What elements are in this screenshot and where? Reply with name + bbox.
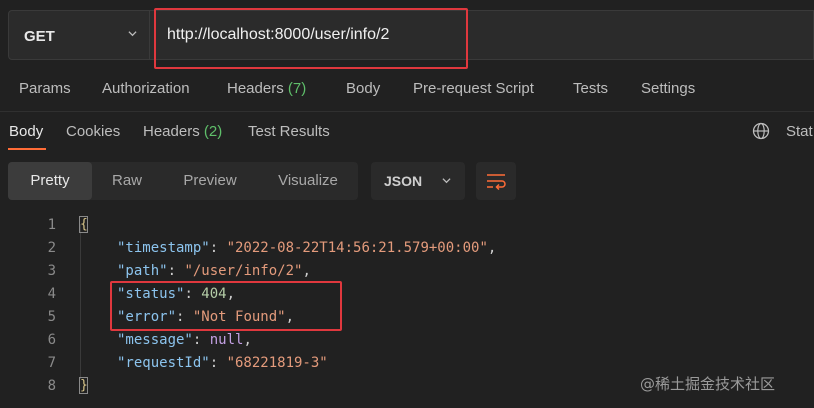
language-select[interactable]: JSON	[371, 162, 465, 200]
headers-count: (7)	[287, 80, 307, 97]
wrap-lines-button[interactable]	[476, 162, 516, 200]
watermark: @稀土掘金技术社区	[640, 375, 776, 393]
line-number: 2	[47, 240, 56, 256]
open-brace: {	[79, 216, 88, 233]
divider	[0, 111, 814, 112]
tab-tests[interactable]: Tests	[573, 80, 608, 97]
visualize-button[interactable]: Visualize	[258, 162, 358, 200]
response-tab-cookies[interactable]: Cookies	[66, 123, 120, 140]
code-line-request-id: "requestId": "68221819-3"	[117, 355, 328, 371]
response-tab-body[interactable]: Body	[9, 123, 43, 140]
line-number: 4	[47, 286, 56, 302]
chevron-down-icon	[128, 31, 137, 37]
code-line-message: "message": null,	[117, 332, 252, 348]
active-tab-underline	[8, 148, 46, 150]
line-number: 3	[47, 263, 56, 279]
close-brace: }	[79, 377, 88, 394]
line-number: 1	[47, 217, 56, 233]
preview-button[interactable]: Preview	[162, 162, 258, 200]
line-number: 8	[47, 378, 56, 394]
status-label: Stat	[786, 123, 813, 140]
chevron-down-icon	[442, 178, 451, 184]
tab-params[interactable]: Params	[19, 80, 71, 97]
response-tab-headers[interactable]: Headers (2)	[143, 123, 222, 140]
method-select[interactable]: GET	[8, 10, 150, 60]
code-line-timestamp: "timestamp": "2022-08-22T14:56:21.579+00…	[117, 240, 497, 256]
tab-body[interactable]: Body	[346, 80, 380, 97]
error-highlight-box	[110, 281, 342, 331]
language-label: JSON	[384, 173, 423, 189]
tab-settings[interactable]: Settings	[641, 80, 695, 97]
tab-headers[interactable]: Headers (7)	[227, 80, 306, 97]
request-tabs: Params Authorization Headers (7) Body Pr…	[0, 72, 814, 108]
wrap-lines-icon	[487, 174, 506, 191]
url-highlight-box	[154, 8, 468, 69]
tab-authorization[interactable]: Authorization	[102, 80, 190, 97]
globe-icon[interactable]	[752, 122, 770, 140]
line-number: 7	[47, 355, 56, 371]
response-tab-test-results[interactable]: Test Results	[248, 123, 330, 140]
format-button-group: Pretty Raw Preview Visualize	[8, 162, 358, 200]
raw-button[interactable]: Raw	[92, 162, 162, 200]
tab-pre-request-script[interactable]: Pre-request Script	[413, 80, 534, 97]
pretty-button[interactable]: Pretty	[8, 162, 92, 200]
method-label: GET	[24, 28, 55, 45]
response-headers-count: (2)	[203, 123, 223, 140]
line-number: 5	[47, 309, 56, 325]
line-number: 6	[47, 332, 56, 348]
indent-guide	[80, 224, 81, 379]
code-line-path: "path": "/user/info/2",	[117, 263, 311, 279]
